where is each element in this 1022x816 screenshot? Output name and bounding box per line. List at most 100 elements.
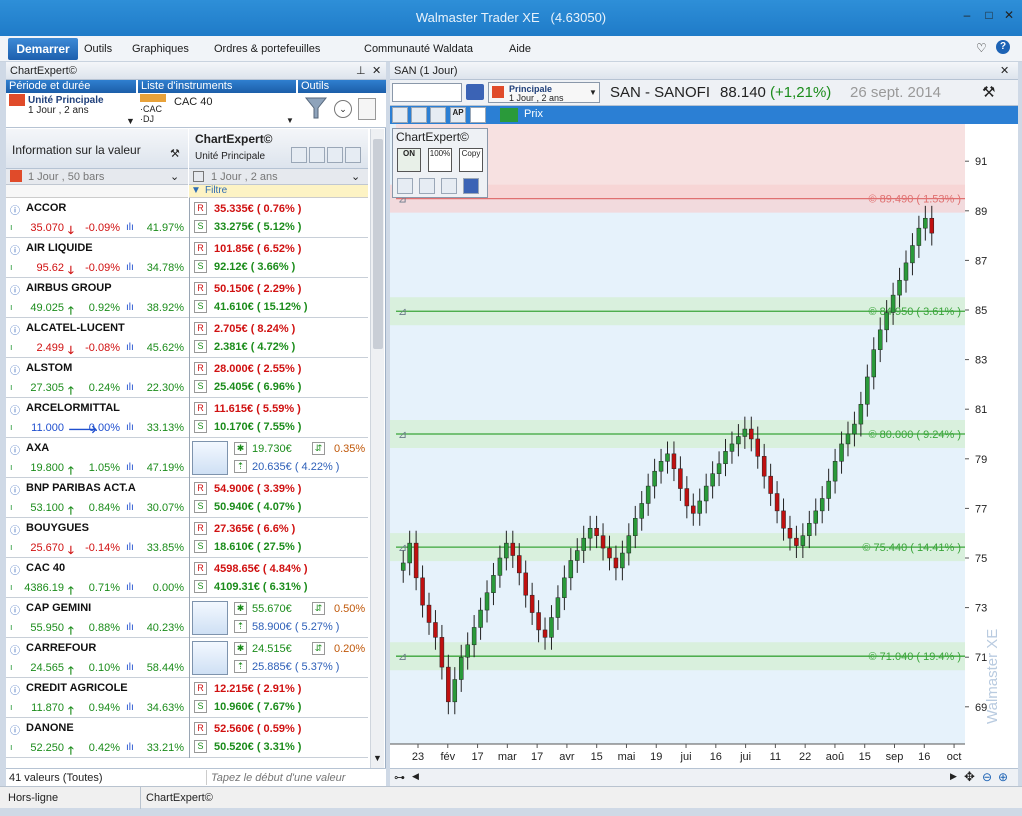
options-dropdown-icon[interactable]: ⌄	[334, 100, 352, 118]
menu-outils[interactable]: Outils	[84, 43, 112, 55]
chart-scrollbar[interactable]: ⊶ ◀ ▶ ✥ ⊖ ⊕	[390, 768, 1018, 786]
expert-tool1-icon[interactable]	[397, 178, 413, 194]
ce-period-bar[interactable]: 1 Jour , 2 ans ⌄	[189, 169, 368, 185]
level-label: © 71.040 ( 19.4% )	[869, 651, 962, 663]
scroll-down-icon[interactable]: ▼	[373, 753, 382, 763]
candle-body	[923, 217, 928, 229]
list-item[interactable]: ⓘ ALCATEL-LUCENT ı 2.499 🡓 -0.08% ılı 45…	[6, 318, 368, 358]
list-item[interactable]: ⓘ AIR LIQUIDE ı 95.62 🡓 -0.09% ılı 34.78…	[6, 238, 368, 278]
info-icon[interactable]: ⓘ	[10, 202, 20, 217]
menu-ordres[interactable]: Ordres & portefeuilles	[214, 43, 320, 55]
resistance-value: 35.335€ ( 0.76% )	[214, 203, 302, 215]
copy-button[interactable]: Copy	[459, 148, 483, 172]
link-icon[interactable]: ⊶	[394, 771, 405, 784]
signal-chart-icon[interactable]	[192, 641, 228, 675]
ce-period-dropdown-icon[interactable]: ⌄	[351, 170, 360, 183]
candle-body	[645, 485, 651, 504]
chart-tab-title[interactable]: SAN (1 Jour)	[394, 65, 458, 77]
period-dropdown-icon[interactable]: ▼	[126, 116, 135, 126]
menu-aide[interactable]: Aide	[509, 43, 531, 55]
scrollbar-thumb[interactable]	[373, 139, 383, 349]
ce-refresh-icon[interactable]	[345, 147, 361, 163]
info-period-dropdown-icon[interactable]: ⌄	[170, 170, 179, 183]
document-lock-icon[interactable]	[358, 98, 376, 120]
ce-edit-icon[interactable]	[327, 147, 343, 163]
unit-selector[interactable]: Principale 1 Jour , 2 ans ▼	[488, 82, 600, 103]
draw-tool-icon[interactable]	[430, 107, 446, 123]
expert-info-icon[interactable]	[463, 178, 479, 194]
info-icon[interactable]: ⓘ	[10, 682, 20, 697]
list-item[interactable]: ⓘ ALSTOM ı 27.305 🡑 0.24% ılı 22.30% R 2…	[6, 358, 368, 398]
symbol-input[interactable]	[392, 83, 462, 102]
instrument-pct: 47.19%	[146, 462, 184, 474]
scroll-left-icon[interactable]: ◀	[412, 771, 419, 782]
pin-icon[interactable]: ⊥	[356, 64, 366, 77]
start-button[interactable]: Demarrer	[8, 38, 78, 60]
info-icon[interactable]: ⓘ	[10, 242, 20, 257]
zoom-in-icon[interactable]: ⊕	[998, 770, 1008, 784]
help-icon[interactable]: ?	[996, 40, 1010, 54]
book-icon[interactable]	[466, 84, 484, 100]
filter-bar[interactable]: ▼ Filtre	[189, 185, 368, 198]
ce-table-icon[interactable]	[309, 147, 325, 163]
info-icon[interactable]: ⓘ	[10, 562, 20, 577]
pointer-icon[interactable]	[392, 107, 408, 123]
blank-tool-icon[interactable]	[470, 107, 486, 123]
expert-tool2-icon[interactable]	[419, 178, 435, 194]
list-item[interactable]: ⓘ AXA ı 19.800 🡑 1.05% ılı 47.19% ✱ 19.7…	[6, 438, 368, 478]
list-item[interactable]: ⓘ BNP PARIBAS ACT.A ı 53.100 🡑 0.84% ılı…	[6, 478, 368, 518]
chart-tools-icon[interactable]: ⚒	[982, 83, 995, 101]
zoom-out-icon[interactable]: ⊖	[982, 770, 992, 784]
line-tool-icon[interactable]	[411, 107, 427, 123]
instruments-dropdown-icon[interactable]: ▼	[286, 116, 294, 125]
menu-communaute[interactable]: Communauté Waldata	[364, 43, 473, 55]
info-icon[interactable]: ⓘ	[10, 402, 20, 417]
close-icon[interactable]: ✕	[1000, 6, 1018, 24]
info-period-bar[interactable]: 1 Jour , 50 bars ⌄	[6, 169, 188, 185]
unit-dropdown-icon[interactable]: ▼	[589, 88, 597, 97]
info-icon[interactable]: ⓘ	[10, 362, 20, 377]
list-item[interactable]: ⓘ CARREFOUR ı 24.565 🡑 0.10% ılı 58.44% …	[6, 638, 368, 678]
price-chart[interactable]: © 89.490 ( 1.53% ) ⊿ © 84.950 ( 3.61% ) ⊿ © …	[390, 124, 1018, 770]
candle-icon[interactable]	[500, 108, 518, 122]
list-scrollbar[interactable]: ▼	[370, 129, 384, 769]
instrument-pct: 58.44%	[146, 662, 184, 674]
info-icon[interactable]: ⓘ	[10, 482, 20, 497]
info-icon[interactable]: ⓘ	[10, 522, 20, 537]
move-icon[interactable]: ✥	[964, 769, 975, 785]
hundred-button[interactable]: 100%	[428, 148, 452, 172]
instruments-value[interactable]: CAC 40	[174, 96, 213, 108]
list-item[interactable]: ⓘ CAC 40 ı 4386.19 🡑 0.71% ılı 0.00% R 4…	[6, 558, 368, 598]
info-icon[interactable]: ⓘ	[10, 602, 20, 617]
list-item[interactable]: ⓘ CAP GEMINI ı 55.950 🡑 0.88% ılı 40.23%…	[6, 598, 368, 638]
on-button[interactable]: ON	[397, 148, 421, 172]
list-item[interactable]: ⓘ AIRBUS GROUP ı 49.025 🡑 0.92% ılı 38.9…	[6, 278, 368, 318]
panel-close-icon[interactable]: ✕	[372, 64, 381, 77]
info-icon[interactable]: ⓘ	[10, 642, 20, 657]
mini-candle-icon: ı	[10, 382, 13, 392]
expert-tool3-icon[interactable]	[441, 178, 457, 194]
info-icon[interactable]: ⓘ	[10, 322, 20, 337]
value-search-input[interactable]	[206, 770, 384, 785]
filter-icon[interactable]	[304, 96, 328, 120]
menu-graphiques[interactable]: Graphiques	[132, 43, 189, 55]
list-item[interactable]: ⓘ DANONE ı 52.250 🡑 0.42% ılı 33.21% R 5…	[6, 718, 368, 758]
info-icon[interactable]: ⓘ	[10, 442, 20, 457]
info-icon[interactable]: ⓘ	[10, 282, 20, 297]
scroll-right-icon[interactable]: ▶	[950, 771, 957, 782]
list-item[interactable]: ⓘ BOUYGUES ı 25.670 🡓 -0.14% ılı 33.85% …	[6, 518, 368, 558]
signal-chart-icon[interactable]	[192, 441, 228, 475]
signal-chart-icon[interactable]	[192, 601, 228, 635]
maximize-icon[interactable]: □	[980, 6, 998, 24]
list-item[interactable]: ⓘ ARCELORMITTAL ı 11.000 🡒 0.00% ılı 33.…	[6, 398, 368, 438]
ap-button[interactable]: AP	[450, 107, 466, 123]
chart-close-icon[interactable]: ✕	[1000, 64, 1009, 77]
chevron-down-icon[interactable]: ♡	[976, 41, 987, 55]
ce-tool-icon[interactable]	[291, 147, 307, 163]
tools-icon[interactable]: ⚒	[170, 147, 180, 160]
list-item[interactable]: ⓘ ACCOR ı 35.070 🡓 -0.09% ılı 41.97% R 3…	[6, 198, 368, 238]
series-label[interactable]: Prix	[524, 108, 543, 120]
minimize-icon[interactable]: –	[958, 6, 976, 24]
info-icon[interactable]: ⓘ	[10, 722, 20, 737]
list-item[interactable]: ⓘ CREDIT AGRICOLE ı 11.870 🡑 0.94% ılı 3…	[6, 678, 368, 718]
